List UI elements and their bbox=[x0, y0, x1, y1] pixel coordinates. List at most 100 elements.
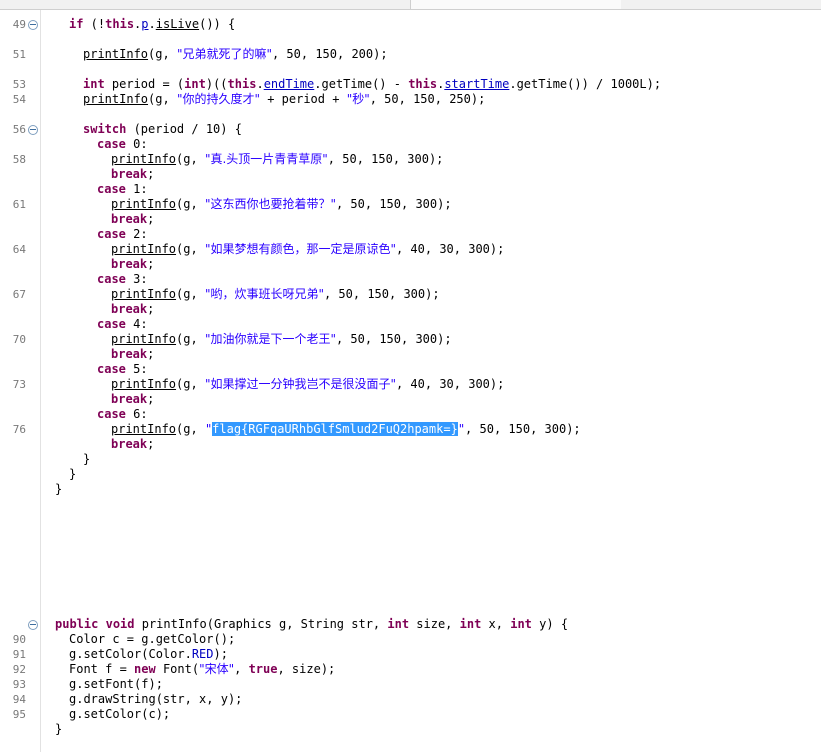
code-line[interactable]: 92 Font f = new Font("宋体", true, size); bbox=[0, 662, 821, 677]
code-text[interactable]: break; bbox=[111, 257, 154, 272]
code-token: x, bbox=[481, 617, 511, 631]
code-line[interactable]: case 0: bbox=[0, 137, 821, 152]
code-line[interactable]: 73 printInfo(g, "如果撑过一分钟我岂不是很没面子", 40, 30… bbox=[0, 377, 821, 392]
code-token: } bbox=[83, 452, 91, 466]
code-line[interactable]: case 4: bbox=[0, 317, 821, 332]
code-line[interactable]: break; bbox=[0, 392, 821, 407]
code-token: (g, bbox=[176, 152, 205, 166]
code-line[interactable]: } bbox=[0, 452, 821, 467]
code-text[interactable]: } bbox=[69, 467, 76, 482]
code-line[interactable]: case 6: bbox=[0, 407, 821, 422]
code-line[interactable]: 76 printInfo(g, "flag{RGFqaURhbGlfSmlud2F… bbox=[0, 422, 821, 437]
code-line[interactable]: 91 g.setColor(Color.RED); bbox=[0, 647, 821, 662]
code-text[interactable]: printInfo(g, "兄弟就死了的嘛", 50, 150, 200); bbox=[83, 47, 388, 62]
code-text[interactable]: case 5: bbox=[97, 362, 148, 377]
code-text[interactable]: printInfo(g, "这东西你也要抢着带？", 50, 150, 300)… bbox=[111, 197, 452, 212]
code-token: 1: bbox=[125, 182, 148, 196]
code-line[interactable]: break; bbox=[0, 212, 821, 227]
fold-toggle-icon[interactable] bbox=[28, 20, 38, 30]
code-line[interactable]: 70 printInfo(g, "加油你就是下一个老王", 50, 150, 30… bbox=[0, 332, 821, 347]
code-line[interactable]: 93 g.setFont(f); bbox=[0, 677, 821, 692]
code-text[interactable]: case 2: bbox=[97, 227, 148, 242]
code-token: printInfo bbox=[111, 287, 177, 301]
code-text[interactable]: Color c = g.getColor(); bbox=[69, 632, 235, 647]
code-line[interactable]: case 1: bbox=[0, 182, 821, 197]
code-text[interactable]: g.setFont(f); bbox=[69, 677, 163, 692]
code-line[interactable]: break; bbox=[0, 437, 821, 452]
code-line[interactable]: break; bbox=[0, 302, 821, 317]
code-line[interactable]: case 5: bbox=[0, 362, 821, 377]
code-text[interactable]: int period = (int)((this.endTime.getTime… bbox=[83, 77, 661, 92]
code-line[interactable]: case 3: bbox=[0, 272, 821, 287]
code-line[interactable]: case 2: bbox=[0, 227, 821, 242]
code-line[interactable]: } bbox=[0, 722, 821, 737]
code-token: .getTime()) / 1000L); bbox=[509, 77, 662, 91]
code-line[interactable]: } bbox=[0, 467, 821, 482]
fold-toggle-icon[interactable] bbox=[28, 620, 38, 630]
code-text[interactable]: switch (period / 10) { bbox=[83, 122, 242, 137]
code-line[interactable]: 94 g.drawString(str, x, y); bbox=[0, 692, 821, 707]
editor-tab-strip[interactable] bbox=[0, 0, 821, 10]
line-number: 58 bbox=[12, 153, 26, 166]
code-text[interactable]: break; bbox=[111, 392, 154, 407]
code-line[interactable]: 56 switch (period / 10) { bbox=[0, 122, 821, 137]
code-text[interactable]: break; bbox=[111, 167, 154, 182]
code-text[interactable]: case 1: bbox=[97, 182, 148, 197]
code-text[interactable]: if (!this.p.isLive()) { bbox=[69, 17, 235, 32]
code-line[interactable]: 51 printInfo(g, "兄弟就死了的嘛", 50, 150, 200); bbox=[0, 47, 821, 62]
code-line[interactable]: 58 printInfo(g, "真.头顶一片青青草原", 50, 150, 30… bbox=[0, 152, 821, 167]
code-line[interactable]: break; bbox=[0, 347, 821, 362]
code-line[interactable]: 95 g.setColor(c); bbox=[0, 707, 821, 722]
code-text[interactable]: } bbox=[55, 722, 62, 737]
code-line[interactable]: 53 int period = (int)((this.endTime.getTi… bbox=[0, 77, 821, 92]
code-line[interactable]: public void printInfo(Graphics g, String… bbox=[0, 617, 821, 632]
code-token: int bbox=[510, 617, 532, 631]
code-line[interactable]: 67 printInfo(g, "哟，炊事班长呀兄弟", 50, 150, 300… bbox=[0, 287, 821, 302]
editor-tab[interactable] bbox=[410, 0, 621, 9]
code-line[interactable]: 54 printInfo(g, "你的持久度才" + period + "秒", … bbox=[0, 92, 821, 107]
code-token: 3: bbox=[125, 272, 148, 286]
code-token: (g, bbox=[176, 197, 205, 211]
code-text[interactable]: case 3: bbox=[97, 272, 148, 287]
code-token: break bbox=[111, 212, 148, 226]
code-token: "加油你就是下一个老王" bbox=[204, 332, 336, 346]
code-text[interactable]: printInfo(g, "你的持久度才" + period + "秒", 50… bbox=[83, 92, 485, 107]
code-token: )(( bbox=[205, 77, 228, 91]
code-text[interactable]: Font f = new Font("宋体", true, size); bbox=[69, 662, 335, 677]
code-text[interactable]: public void printInfo(Graphics g, String… bbox=[55, 617, 568, 632]
code-line[interactable]: 61 printInfo(g, "这东西你也要抢着带？", 50, 150, 30… bbox=[0, 197, 821, 212]
code-text[interactable]: g.drawString(str, x, y); bbox=[69, 692, 242, 707]
code-line[interactable]: 64 printInfo(g, "如果梦想有颜色，那一定是原谅色", 40, 30… bbox=[0, 242, 821, 257]
code-text[interactable]: printInfo(g, "如果梦想有颜色，那一定是原谅色", 40, 30, … bbox=[111, 242, 504, 257]
code-text[interactable]: printInfo(g, "加油你就是下一个老王", 50, 150, 300)… bbox=[111, 332, 452, 347]
code-line[interactable]: break; bbox=[0, 257, 821, 272]
code-line[interactable]: 49 if (!this.p.isLive()) { bbox=[0, 17, 821, 32]
code-line[interactable]: } bbox=[0, 482, 821, 497]
code-text[interactable]: printInfo(g, "如果撑过一分钟我岂不是很没面子", 40, 30, … bbox=[111, 377, 504, 392]
code-text[interactable]: case 4: bbox=[97, 317, 148, 332]
code-text[interactable]: } bbox=[55, 482, 62, 497]
code-token: ; bbox=[147, 302, 155, 316]
fold-toggle-icon[interactable] bbox=[28, 125, 38, 135]
code-text[interactable]: printInfo(g, "真.头顶一片青青草原", 50, 150, 300)… bbox=[111, 152, 443, 167]
code-text[interactable]: } bbox=[83, 452, 90, 467]
code-line[interactable]: break; bbox=[0, 167, 821, 182]
code-token: period = ( bbox=[104, 77, 185, 91]
line-number: 92 bbox=[12, 663, 26, 676]
code-text[interactable]: g.setColor(c); bbox=[69, 707, 170, 722]
line-number: 94 bbox=[12, 693, 26, 706]
code-text[interactable]: break; bbox=[111, 437, 154, 452]
code-token: ; bbox=[147, 212, 155, 226]
code-token: , 50, 150, 300); bbox=[327, 152, 444, 166]
code-text[interactable]: break; bbox=[111, 212, 154, 227]
code-text[interactable]: printInfo(g, "flag{RGFqaURhbGlfSmlud2FuQ… bbox=[111, 422, 581, 437]
code-token: switch bbox=[83, 122, 127, 136]
code-text[interactable]: g.setColor(Color.RED); bbox=[69, 647, 228, 662]
code-text[interactable]: case 6: bbox=[97, 407, 148, 422]
code-text[interactable]: break; bbox=[111, 347, 154, 362]
code-token: RED bbox=[191, 647, 214, 661]
code-text[interactable]: case 0: bbox=[97, 137, 148, 152]
code-text[interactable]: printInfo(g, "哟，炊事班长呀兄弟", 50, 150, 300); bbox=[111, 287, 440, 302]
code-line[interactable]: 90 Color c = g.getColor(); bbox=[0, 632, 821, 647]
code-text[interactable]: break; bbox=[111, 302, 154, 317]
